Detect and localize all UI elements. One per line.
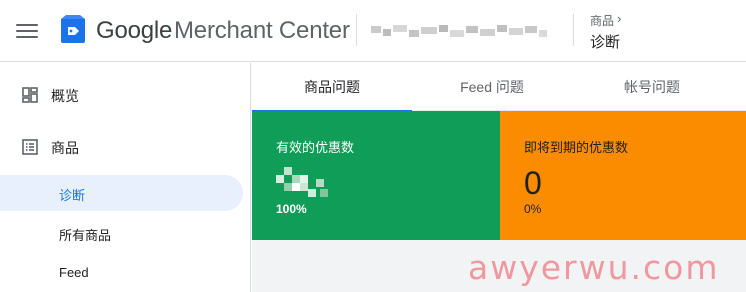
sidebar-subitem-diagnostics[interactable]: 诊断 (0, 175, 243, 211)
list-icon (22, 139, 38, 155)
card-percent: 0% (524, 202, 542, 216)
card-title: 即将到期的优惠数 (524, 140, 629, 155)
card-percent: 100% (276, 202, 307, 216)
card-title: 有效的优惠数 (276, 140, 355, 155)
dashboard-icon (22, 87, 38, 103)
tab-account-issues[interactable]: 帐号问题 (572, 63, 732, 111)
header-divider (356, 14, 357, 46)
sidebar-subitem-label: Feed (59, 265, 89, 280)
breadcrumb-parent[interactable]: 商品 (590, 12, 614, 29)
sidebar-item-label: 商品 (51, 140, 79, 156)
sidebar-item-overview[interactable]: 概览 (0, 76, 251, 114)
sidebar-subitem-feed[interactable]: Feed (0, 255, 251, 291)
issue-tabs: 商品问题 Feed 问题 帐号问题 (252, 63, 746, 112)
merchant-center-tag-icon[interactable] (59, 15, 87, 45)
expiring-offers-card[interactable]: 即将到期的优惠数 0 0% (500, 111, 746, 240)
card-value: 0 (524, 165, 542, 201)
sidebar-subitem-all-products[interactable]: 所有商品 (0, 215, 251, 251)
watermark: awyerwu.com (468, 248, 720, 287)
page-title: 诊断 (590, 34, 621, 51)
brand-merchant-center: Merchant Center (174, 17, 350, 44)
account-name-blurred[interactable] (371, 22, 549, 40)
sidebar: 概览 商品 诊断 所有商品 Feed (0, 63, 251, 292)
top-app-bar: Google Merchant Center 商品 › 诊断 (0, 0, 746, 62)
menu-icon[interactable] (16, 21, 38, 41)
chevron-right-icon: › (617, 11, 622, 26)
tab-feed-issues[interactable]: Feed 问题 (412, 63, 572, 111)
tab-product-issues[interactable]: 商品问题 (252, 63, 412, 112)
brand-google: Google (96, 17, 173, 44)
sidebar-subitem-label: 所有商品 (59, 228, 112, 243)
valid-offers-card[interactable]: 有效的优惠数 100% (252, 111, 500, 240)
sidebar-item-label: 概览 (51, 88, 79, 104)
header-divider-2 (573, 14, 574, 46)
valid-offers-count-blurred (276, 167, 330, 197)
sidebar-item-products[interactable]: 商品 (0, 128, 251, 166)
sidebar-subitem-label: 诊断 (59, 188, 86, 203)
